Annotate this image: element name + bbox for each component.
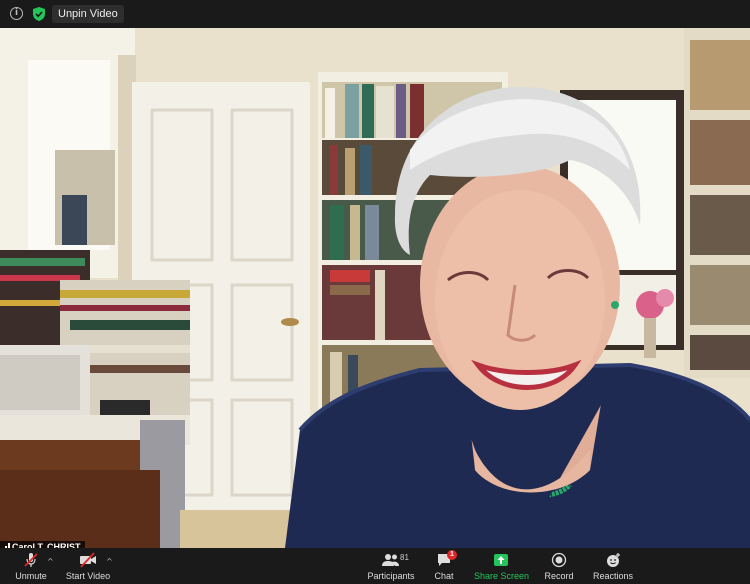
record-button[interactable]: Record (542, 548, 576, 584)
share-screen-label: Share Screen (474, 571, 530, 581)
reactions-button[interactable]: Reactions (592, 548, 634, 584)
participants-icon (382, 554, 399, 566)
start-video-label: Start Video (65, 571, 111, 581)
shield-check-icon[interactable] (32, 6, 46, 22)
start-video-button[interactable]: Start Video (62, 548, 114, 584)
video-frame (0, 28, 750, 548)
meeting-toolbar: Unmute ^ Start Video ^ Participants 81 C… (0, 548, 750, 584)
unpin-video-button[interactable]: Unpin Video (52, 5, 124, 23)
video-camera-off-icon (80, 552, 96, 568)
share-screen-icon (494, 554, 508, 566)
reactions-label: Reactions (592, 571, 634, 581)
reaction-smiley-icon (607, 553, 620, 567)
info-icon[interactable]: i (10, 7, 23, 20)
top-bar: i Unpin Video (0, 0, 750, 28)
video-feed (0, 28, 750, 548)
record-label: Record (544, 571, 574, 581)
microphone-muted-icon (24, 553, 38, 567)
unmute-label: Unmute (15, 571, 47, 581)
participants-count: 81 (400, 553, 409, 562)
share-screen-button[interactable]: Share Screen (474, 548, 530, 584)
unmute-button[interactable]: Unmute (8, 548, 54, 584)
chat-label: Chat (434, 571, 454, 581)
chat-unread-badge: 1 (447, 550, 457, 560)
record-icon (551, 552, 567, 568)
audio-options-caret[interactable]: ^ (47, 557, 54, 566)
participants-label: Participants (367, 571, 415, 581)
video-options-caret[interactable]: ^ (106, 557, 113, 566)
